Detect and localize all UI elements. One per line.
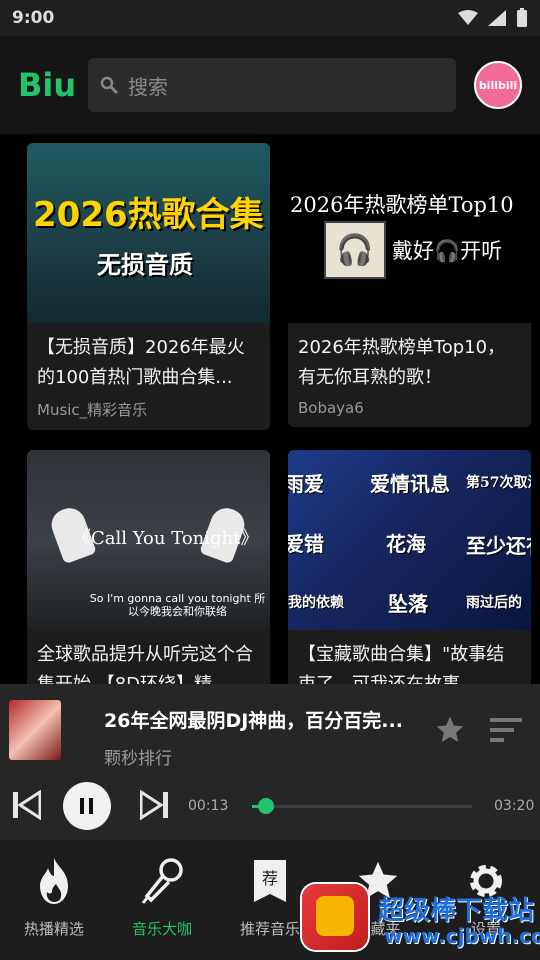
pause-button[interactable] <box>63 782 111 830</box>
video-title: 【无损音质】2026年最火的100首热门歌曲合集... <box>37 337 245 388</box>
thumbnail-word: 至少还有 <box>466 534 531 558</box>
now-playing-title[interactable]: 26年全网最阴DJ神曲，百分百完... <box>104 706 422 733</box>
video-author: Music_精彩音乐 <box>37 401 148 419</box>
nav-item-artists[interactable]: 音乐大咖 <box>108 840 216 960</box>
thumbnail-text: 《Call You Tonight》 <box>73 528 259 549</box>
watermark-logo <box>302 884 368 950</box>
progress-slider[interactable] <box>252 798 472 814</box>
video-thumbnail: 2026年热歌榜单Top10 🎧 戴好🎧开听 <box>288 143 531 323</box>
thumbnail-subtext: 无损音质 <box>97 251 193 279</box>
video-card[interactable]: 2026热歌合集 无损音质 【无损音质】2026年最火的100首热门歌曲合集..… <box>27 143 270 430</box>
status-bar: 9:00 <box>0 0 540 36</box>
status-icons <box>458 8 528 28</box>
favorite-star-icon[interactable] <box>434 714 466 746</box>
search-placeholder: 搜索 <box>128 74 168 99</box>
avatar-label: bilibili <box>478 78 518 92</box>
total-time: 03:20 <box>494 798 535 814</box>
svg-text:荐: 荐 <box>262 869 278 888</box>
nav-label: 热播精选 <box>23 920 84 938</box>
video-thumbnail: 雨爱 爱情讯息 第57次取消 爱错 花海 至少还有 我的依赖 坠落 雨过后的 <box>288 450 531 630</box>
video-title: 【宝藏歌曲合集】"故事结束了，可我还在故事 <box>298 644 505 684</box>
battery-icon <box>517 8 527 27</box>
now-playing-artist: 颗秒排行 <box>104 749 172 769</box>
thumbnail-word: 花海 <box>386 532 426 556</box>
app-logo: Biu <box>18 66 77 104</box>
watermark-title: 超级棒下载站 <box>378 896 535 926</box>
video-title: 2026年热歌榜单Top10，有无你耳熟的歌！ <box>298 337 506 388</box>
recommend-icon: 荐 <box>254 860 286 902</box>
playlist-queue-icon[interactable] <box>490 718 522 744</box>
nav-label: 推荐音乐 <box>239 920 300 938</box>
pause-icon <box>80 798 93 814</box>
thumbnail-text: 2026热歌合集 <box>33 195 264 235</box>
top-bar: Biu 搜索 bilibili <box>0 36 540 134</box>
fire-icon <box>40 858 68 904</box>
thumbnail-word: 爱错 <box>288 532 324 556</box>
video-grid: 2026热歌合集 无损音质 【无损音质】2026年最火的100首热门歌曲合集..… <box>0 134 540 684</box>
thumbnail-word: 第57次取消 <box>466 475 531 491</box>
video-title: 全球歌品提升从听完这个合集开始 【8D环绕】精 <box>37 644 253 684</box>
headphone-cat-image: 🎧 <box>324 221 386 279</box>
bilibili-avatar[interactable]: bilibili <box>474 61 522 109</box>
watermark-url: www.cjbwh.com <box>384 924 540 948</box>
thumbnail-word: 雨过后的 <box>466 595 522 611</box>
wifi-icon <box>458 10 478 25</box>
search-bar[interactable]: 搜索 <box>88 58 456 112</box>
thumbnail-word: 我的依赖 <box>288 595 344 611</box>
now-playing-cover[interactable] <box>9 700 61 760</box>
thumbnail-subtext: So I'm gonna call you tonight 所以今晚我会和你联络 <box>89 592 266 618</box>
thumbnail-subtext: 戴好🎧开听 <box>392 239 503 263</box>
video-card[interactable]: 2026年热歌榜单Top10 🎧 戴好🎧开听 2026年热歌榜单Top10，有无… <box>288 143 531 427</box>
video-author: Bobaya6 <box>298 399 364 417</box>
nav-label: 音乐大咖 <box>131 920 192 938</box>
nav-item-hot[interactable]: 热播精选 <box>0 840 108 960</box>
video-thumbnail: 2026热歌合集 无损音质 <box>27 143 270 323</box>
current-time: 00:13 <box>188 798 229 814</box>
search-icon <box>100 76 118 94</box>
thumbnail-word: 雨爱 <box>288 472 324 496</box>
signal-icon <box>488 10 506 26</box>
status-time: 9:00 <box>12 8 55 28</box>
previous-track-icon[interactable] <box>13 790 41 820</box>
microphone-icon <box>141 858 183 904</box>
next-track-icon[interactable] <box>140 790 168 820</box>
video-card[interactable]: 雨爱 爱情讯息 第57次取消 爱错 花海 至少还有 我的依赖 坠落 雨过后的 【… <box>288 450 531 684</box>
thumbnail-word: 爱情讯息 <box>370 472 450 496</box>
video-card[interactable]: 《Call You Tonight》 So I'm gonna call you… <box>27 450 270 684</box>
video-thumbnail: 《Call You Tonight》 So I'm gonna call you… <box>27 450 270 630</box>
thumbnail-word: 坠落 <box>388 592 428 616</box>
progress-knob[interactable] <box>258 798 275 814</box>
thumbnail-text: 2026年热歌榜单Top10 <box>290 193 514 217</box>
watermark: 超级棒下载站 www.cjbwh.com <box>296 880 540 958</box>
mini-player: 26年全网最阴DJ神曲，百分百完... 颗秒排行 00:13 03:20 <box>0 684 540 840</box>
